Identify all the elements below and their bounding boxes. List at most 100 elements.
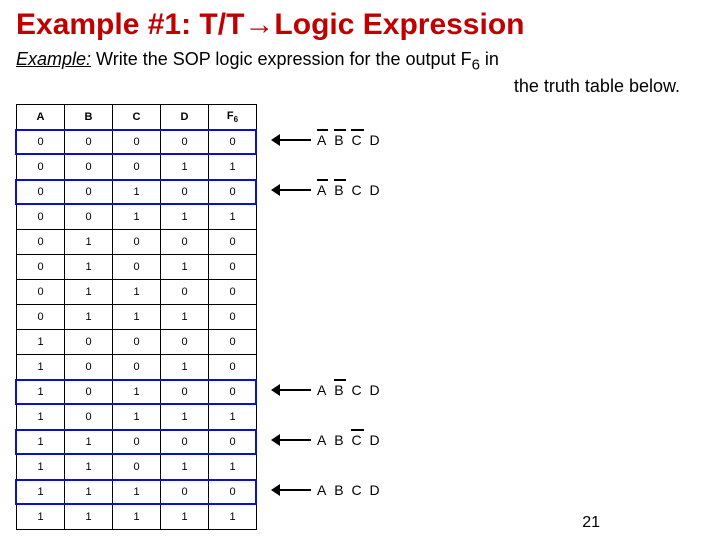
table-cell: 0 <box>113 229 161 254</box>
table-cell: 0 <box>17 179 65 204</box>
term-row-11: A B C D <box>271 382 382 398</box>
subtitle-sub: 6 <box>472 57 480 74</box>
page-number: 21 <box>582 514 600 532</box>
table-cell: 1 <box>113 479 161 504</box>
table-cell: 1 <box>161 204 209 229</box>
table-cell: 0 <box>65 129 113 154</box>
term-row-13: A B C D <box>271 432 382 448</box>
col-F6: F6 <box>209 104 257 129</box>
table-cell: 1 <box>17 404 65 429</box>
term-row-15: A B C D <box>271 482 382 498</box>
table-cell: 0 <box>161 429 209 454</box>
table-cell: 1 <box>161 454 209 479</box>
table-cell: 0 <box>209 254 257 279</box>
table-cell: 0 <box>161 129 209 154</box>
table-cell: 1 <box>209 204 257 229</box>
table-cell: 0 <box>113 154 161 179</box>
table-cell: 1 <box>161 354 209 379</box>
table-cell: 1 <box>209 404 257 429</box>
table-cell: 0 <box>65 179 113 204</box>
table-wrap: A B C D F6 00000000110010000111010000101… <box>16 104 257 530</box>
table-row: 10000 <box>17 329 257 354</box>
arrow-icon <box>271 483 311 497</box>
table-cell: 0 <box>209 229 257 254</box>
table-cell: 1 <box>113 379 161 404</box>
minterm-11: A B C D <box>317 382 382 398</box>
table-cell: 1 <box>65 229 113 254</box>
table-row: 01010 <box>17 254 257 279</box>
table-cell: 0 <box>161 229 209 254</box>
minterm-13: A B C D <box>317 432 382 448</box>
table-cell: 1 <box>161 304 209 329</box>
table-cell: 1 <box>17 429 65 454</box>
table-cell: 0 <box>65 379 113 404</box>
table-cell: 1 <box>65 479 113 504</box>
table-cell: 1 <box>113 279 161 304</box>
subtitle-rest: Write the SOP logic expression for the o… <box>91 49 472 69</box>
col-C: C <box>113 104 161 129</box>
table-cell: 0 <box>209 479 257 504</box>
col-D: D <box>161 104 209 129</box>
table-cell: 0 <box>17 229 65 254</box>
table-row: 11011 <box>17 454 257 479</box>
table-row: 00100 <box>17 179 257 204</box>
arrow-icon <box>271 183 311 197</box>
table-cell: 0 <box>65 354 113 379</box>
table-cell: 1 <box>209 454 257 479</box>
table-row: 00000 <box>17 129 257 154</box>
table-cell: 0 <box>17 154 65 179</box>
table-cell: 0 <box>113 129 161 154</box>
table-row: 01000 <box>17 229 257 254</box>
table-cell: 0 <box>17 129 65 154</box>
term-row-3: A B C D <box>271 182 382 198</box>
table-cell: 1 <box>17 329 65 354</box>
table-row: 10100 <box>17 379 257 404</box>
table-cell: 1 <box>161 254 209 279</box>
table-cell: 1 <box>65 504 113 529</box>
arrow-icon <box>271 433 311 447</box>
col-A: A <box>17 104 65 129</box>
table-cell: 0 <box>161 279 209 304</box>
table-cell: 1 <box>17 479 65 504</box>
table-cell: 1 <box>65 279 113 304</box>
table-cell: 0 <box>65 329 113 354</box>
table-cell: 0 <box>65 154 113 179</box>
minterm-15: A B C D <box>317 482 382 498</box>
table-cell: 0 <box>209 279 257 304</box>
arrow-icon <box>271 133 311 147</box>
table-cell: 0 <box>113 354 161 379</box>
table-cell: 0 <box>161 379 209 404</box>
table-cell: 0 <box>113 454 161 479</box>
table-row: 10010 <box>17 354 257 379</box>
table-cell: 0 <box>209 354 257 379</box>
table-cell: 0 <box>209 379 257 404</box>
table-row: 00011 <box>17 154 257 179</box>
table-cell: 1 <box>17 379 65 404</box>
terms-column: A B C D A B C D A B C D A B C D A B C D <box>271 104 491 534</box>
truth-table: A B C D F6 00000000110010000111010000101… <box>16 104 257 530</box>
table-cell: 1 <box>161 404 209 429</box>
table-row: 11111 <box>17 504 257 529</box>
table-cell: 1 <box>17 454 65 479</box>
table-cell: 1 <box>209 504 257 529</box>
subtitle-line2: the truth table below. <box>16 75 704 98</box>
table-cell: 0 <box>209 304 257 329</box>
table-cell: 0 <box>209 179 257 204</box>
content-row: A B C D F6 00000000110010000111010000101… <box>16 104 704 534</box>
table-cell: 0 <box>65 204 113 229</box>
table-cell: 1 <box>161 504 209 529</box>
table-cell: 1 <box>113 304 161 329</box>
slide-title: Example #1: T/T→Logic Expression <box>16 8 704 42</box>
term-row-1: A B C D <box>271 132 382 148</box>
col-B: B <box>65 104 113 129</box>
table-row: 11100 <box>17 479 257 504</box>
table-cell: 1 <box>17 504 65 529</box>
table-cell: 0 <box>113 329 161 354</box>
table-cell: 1 <box>113 404 161 429</box>
subtitle-lead: Example: <box>16 49 91 69</box>
table-cell: 0 <box>17 204 65 229</box>
table-header-row: A B C D F6 <box>17 104 257 129</box>
table-cell: 1 <box>65 454 113 479</box>
table-cell: 1 <box>65 304 113 329</box>
slide-subtitle: Example: Write the SOP logic expression … <box>16 48 704 98</box>
